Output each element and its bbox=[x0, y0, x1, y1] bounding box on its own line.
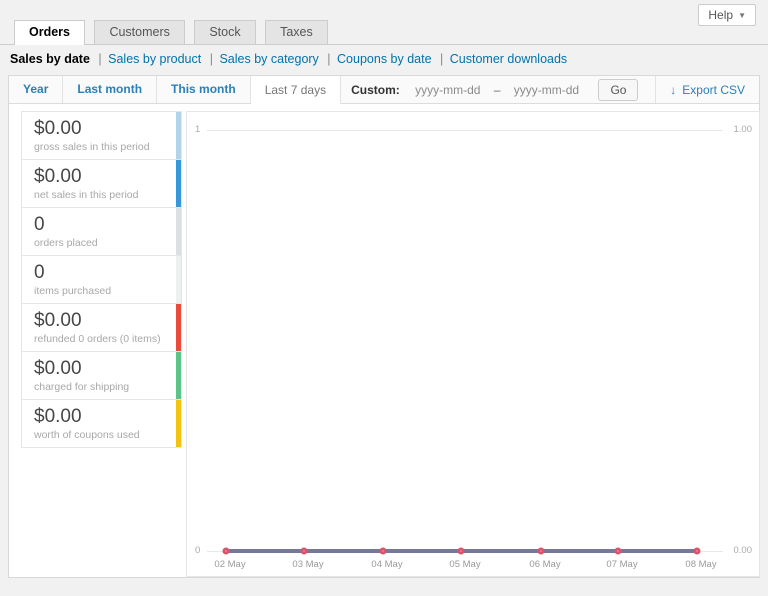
export-csv-label: Export CSV bbox=[682, 83, 745, 97]
stat-accent-bar bbox=[176, 352, 181, 399]
chevron-down-icon: ▼ bbox=[738, 11, 746, 20]
stat-accent-bar bbox=[176, 256, 181, 303]
subnav-coupons-by-date[interactable]: Coupons by date bbox=[337, 52, 432, 66]
stat-accent-bar bbox=[176, 112, 181, 159]
data-point-06-may[interactable] bbox=[538, 548, 545, 555]
custom-range-section: Custom: – Go bbox=[341, 76, 648, 103]
stat-value: $0.00 bbox=[34, 166, 165, 188]
report-tabs: Orders Customers Stock Taxes bbox=[0, 20, 768, 45]
stat-value: $0.00 bbox=[34, 406, 165, 428]
export-csv-link[interactable]: ↓ Export CSV bbox=[655, 76, 759, 103]
report-content: $0.00 gross sales in this period $0.00 n… bbox=[9, 105, 759, 577]
stat-net-sales[interactable]: $0.00 net sales in this period bbox=[21, 159, 182, 208]
stat-label: gross sales in this period bbox=[34, 140, 165, 155]
data-point-02-may[interactable] bbox=[223, 548, 230, 555]
stat-accent-bar bbox=[176, 304, 181, 351]
range-tab-this-month[interactable]: This month bbox=[157, 76, 251, 103]
data-point-07-may[interactable] bbox=[615, 548, 622, 555]
subnav-sales-by-product[interactable]: Sales by product bbox=[108, 52, 201, 66]
stat-value: $0.00 bbox=[34, 118, 165, 140]
stat-value: 0 bbox=[34, 262, 165, 284]
stat-value: $0.00 bbox=[34, 310, 165, 332]
stat-label: refunded 0 orders (0 items) bbox=[34, 332, 165, 347]
date-to-input[interactable] bbox=[504, 83, 588, 97]
x-tick-label: 08 May bbox=[669, 559, 733, 570]
range-tab-last-7-days[interactable]: Last 7 days bbox=[251, 76, 341, 104]
subnav-sales-by-date[interactable]: Sales by date bbox=[10, 52, 90, 66]
chart-sidebar: $0.00 gross sales in this period $0.00 n… bbox=[21, 111, 182, 448]
stat-orders-placed[interactable]: 0 orders placed bbox=[21, 207, 182, 256]
x-tick-label: 02 May bbox=[198, 559, 262, 570]
subnav-separator: | bbox=[210, 52, 213, 66]
subnav-separator: | bbox=[440, 52, 443, 66]
subnav-separator: | bbox=[327, 52, 330, 66]
data-point-05-may[interactable] bbox=[458, 548, 465, 555]
range-tab-year[interactable]: Year bbox=[9, 76, 63, 103]
report-container: Year Last month This month Last 7 days C… bbox=[8, 75, 760, 578]
stat-accent-bar bbox=[176, 400, 181, 447]
top-gridline bbox=[207, 130, 723, 131]
stat-gross-sales[interactable]: $0.00 gross sales in this period bbox=[21, 111, 182, 160]
subnav-separator: | bbox=[98, 52, 101, 66]
report-subnav: Sales by date | Sales by product | Sales… bbox=[10, 52, 567, 66]
date-range-dash: – bbox=[492, 83, 503, 97]
stat-label: net sales in this period bbox=[34, 188, 165, 203]
data-point-03-may[interactable] bbox=[301, 548, 308, 555]
stat-refunded[interactable]: $0.00 refunded 0 orders (0 items) bbox=[21, 303, 182, 352]
subnav-customer-downloads[interactable]: Customer downloads bbox=[450, 52, 567, 66]
sales-chart: 1 1.00 0 0.00 02 May 03 May 04 May 05 Ma… bbox=[186, 111, 760, 577]
y-axis-left-top-label: 1 bbox=[195, 124, 200, 136]
y-axis-right-top-label: 1.00 bbox=[734, 124, 753, 136]
x-tick-label: 06 May bbox=[513, 559, 577, 570]
go-button[interactable]: Go bbox=[598, 79, 638, 101]
stat-shipping-charged[interactable]: $0.00 charged for shipping bbox=[21, 351, 182, 400]
stat-items-purchased[interactable]: 0 items purchased bbox=[21, 255, 182, 304]
stat-label: items purchased bbox=[34, 284, 165, 299]
stat-label: orders placed bbox=[34, 236, 165, 251]
subnav-sales-by-category[interactable]: Sales by category bbox=[219, 52, 318, 66]
tab-customers[interactable]: Customers bbox=[94, 20, 184, 44]
download-arrow-icon: ↓ bbox=[670, 83, 676, 97]
stat-accent-bar bbox=[176, 160, 181, 207]
custom-range-label: Custom: bbox=[351, 83, 400, 97]
x-tick-label: 03 May bbox=[276, 559, 340, 570]
y-axis-left-bottom-label: 0 bbox=[195, 545, 200, 557]
range-tab-last-month[interactable]: Last month bbox=[63, 76, 157, 103]
x-tick-label: 04 May bbox=[355, 559, 419, 570]
date-range-bar: Year Last month This month Last 7 days C… bbox=[9, 76, 759, 104]
stat-value: 0 bbox=[34, 214, 165, 236]
tab-stock[interactable]: Stock bbox=[194, 20, 255, 44]
x-tick-label: 05 May bbox=[433, 559, 497, 570]
data-point-08-may[interactable] bbox=[694, 548, 701, 555]
y-axis-right-bottom-label: 0.00 bbox=[734, 545, 753, 557]
date-from-input[interactable] bbox=[406, 83, 490, 97]
data-point-04-may[interactable] bbox=[380, 548, 387, 555]
tab-taxes[interactable]: Taxes bbox=[265, 20, 328, 44]
x-tick-label: 07 May bbox=[590, 559, 654, 570]
stat-label: worth of coupons used bbox=[34, 428, 165, 443]
range-bar-spacer bbox=[648, 76, 655, 103]
stat-coupons-used[interactable]: $0.00 worth of coupons used bbox=[21, 399, 182, 448]
stat-value: $0.00 bbox=[34, 358, 165, 380]
stat-accent-bar bbox=[176, 208, 181, 255]
tab-orders[interactable]: Orders bbox=[14, 20, 85, 45]
stat-label: charged for shipping bbox=[34, 380, 165, 395]
